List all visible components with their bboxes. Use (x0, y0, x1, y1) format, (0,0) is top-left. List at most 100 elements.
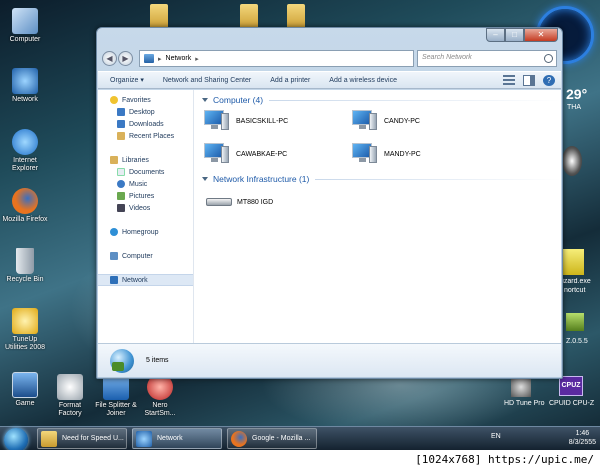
preview-pane-icon[interactable] (523, 75, 535, 86)
computer-item[interactable]: MANDY-PC (352, 143, 421, 165)
group-header-network-infrastructure[interactable]: Network Infrastructure (1) (202, 173, 561, 185)
start-button[interactable] (4, 428, 28, 452)
nav-homegroup[interactable]: Homegroup (98, 226, 193, 238)
weather-temp: 29° (566, 86, 588, 102)
nav-label: Music (129, 180, 148, 188)
system-clock[interactable]: 1:46 8/3/2555 (569, 429, 596, 447)
meter-gadget[interactable] (562, 146, 582, 176)
star-icon (110, 96, 118, 104)
nav-pictures[interactable]: Pictures (98, 190, 193, 202)
device-item[interactable]: MT880 IGD (206, 198, 273, 206)
desktop-icon-label: Z.0.5.5 (566, 338, 588, 345)
explorer-window[interactable]: – □ ✕ ◀ ▶ ▸ Network ▸ ⟳ Search Network O… (96, 27, 563, 379)
window-client: Favorites Desktop Downloads Recent Place… (98, 90, 561, 343)
nav-music[interactable]: Music (98, 178, 193, 190)
nav-favorites[interactable]: Favorites (98, 94, 193, 106)
format-factory-icon (57, 374, 83, 400)
recycle-bin-icon (16, 248, 34, 274)
desktop-icon-label: Computer (9, 36, 41, 43)
toolbar-right: ? (503, 75, 555, 86)
recent-places-icon (117, 132, 125, 140)
nav-libraries[interactable]: Libraries (98, 154, 193, 166)
computer-item[interactable]: BASICSKILL-PC (204, 110, 288, 132)
desktop-icon-game[interactable]: Game (2, 372, 48, 408)
desktop-icon-computer[interactable]: Computer (2, 8, 48, 44)
computer-icon (12, 8, 38, 34)
nav-network[interactable]: Network (98, 274, 193, 286)
nav-videos[interactable]: Videos (98, 202, 193, 214)
search-input[interactable]: Search Network (417, 50, 557, 67)
cpuz-icon[interactable]: CPUZ (559, 376, 583, 396)
group-header-computer[interactable]: Computer (4) (202, 94, 561, 106)
organize-button[interactable]: Organize ▾ (110, 76, 144, 84)
desktop-icon (117, 108, 125, 116)
maximize-button[interactable]: □ (505, 28, 524, 42)
taskbar-button-need-for-speed[interactable]: Need for Speed U... (37, 428, 127, 449)
address-separator: ▸ (195, 55, 199, 63)
network-globe-icon (110, 348, 134, 373)
computer-icon (352, 110, 378, 132)
taskbar-button-firefox[interactable]: Google - Mozilla ... (227, 428, 317, 449)
desktop-icon-tuneup[interactable]: TuneUp Utilities 2008 (2, 308, 48, 352)
desktop-icon-recycle-bin[interactable]: Recycle Bin (2, 248, 48, 284)
search-placeholder: Search Network (422, 54, 472, 61)
network-sharing-center-button[interactable]: Network and Sharing Center (163, 77, 251, 84)
group-title: Computer (4) (213, 95, 264, 105)
group-divider (269, 99, 561, 101)
computer-name: CANDY-PC (384, 117, 420, 125)
item-count: 5 items (146, 357, 169, 364)
desktop-icon-internet-explorer[interactable]: Internet Explorer (2, 129, 48, 173)
pictures-icon (117, 192, 125, 200)
desktop-icon-file-splitter[interactable]: File Splitter & Joiner (93, 374, 139, 418)
documents-icon (117, 168, 125, 176)
nav-computer[interactable]: Computer (98, 250, 193, 262)
nav-label: Homegroup (122, 228, 159, 236)
nav-label: Recent Places (129, 132, 175, 140)
add-printer-button[interactable]: Add a printer (270, 77, 310, 84)
desktop-icon-label: nortcut (564, 287, 586, 294)
close-button[interactable]: ✕ (524, 28, 558, 42)
caption-buttons: – □ ✕ (486, 28, 558, 42)
group-title: Network Infrastructure (1) (213, 174, 310, 184)
desktop-icon-label: TuneUp Utilities 2008 (4, 336, 46, 351)
address-location[interactable]: Network (166, 55, 192, 62)
desktop-icon-label: HD Tune Pro (504, 400, 545, 407)
address-bar[interactable]: ▸ Network ▸ (139, 50, 414, 67)
wizard-shortcut-icon[interactable] (562, 249, 584, 275)
nav-desktop[interactable]: Desktop (98, 106, 193, 118)
nav-documents[interactable]: Documents (98, 166, 193, 178)
back-button[interactable]: ◀ (102, 51, 117, 66)
minimize-button[interactable]: – (486, 28, 505, 42)
nav-recent-places[interactable]: Recent Places (98, 130, 193, 142)
hdtune-icon[interactable] (511, 377, 531, 397)
help-icon[interactable]: ? (543, 75, 555, 86)
task-label: Network (157, 435, 183, 442)
nav-label: Pictures (129, 192, 155, 200)
language-indicator[interactable]: EN (491, 433, 501, 440)
folder-icon (41, 430, 57, 447)
forward-button[interactable]: ▶ (118, 51, 133, 66)
desktop-icon-format-factory[interactable]: Format Factory (47, 374, 93, 418)
tuneup-icon (12, 308, 38, 334)
computer-item[interactable]: CANDY-PC (352, 110, 420, 132)
router-icon (206, 198, 232, 206)
nav-downloads[interactable]: Downloads (98, 118, 193, 130)
add-wireless-device-button[interactable]: Add a wireless device (329, 77, 397, 84)
computer-icon (204, 143, 230, 165)
nav-label: Downloads (129, 120, 164, 128)
collapse-arrow-icon (202, 98, 208, 102)
navigation-bar: ◀ ▶ ▸ Network ▸ ⟳ Search Network (102, 50, 557, 68)
navigation-pane: Favorites Desktop Downloads Recent Place… (98, 90, 194, 343)
clock-date: 8/3/2555 (568, 439, 596, 446)
network-icon (136, 430, 152, 447)
address-separator: ▸ (158, 55, 162, 63)
taskbar-button-network[interactable]: Network (132, 428, 222, 449)
desktop-icon-nero[interactable]: Nero StartSm... (137, 374, 183, 418)
clock-time: 1:46 (575, 430, 590, 437)
desktop-icon-firefox[interactable]: Mozilla Firefox (2, 188, 48, 224)
computer-item[interactable]: CAWABKAE-PC (204, 143, 287, 165)
view-options-icon[interactable] (503, 75, 515, 86)
network-icon (110, 276, 118, 284)
zver-icon[interactable] (566, 313, 584, 331)
desktop-icon-network[interactable]: Network (2, 68, 48, 104)
